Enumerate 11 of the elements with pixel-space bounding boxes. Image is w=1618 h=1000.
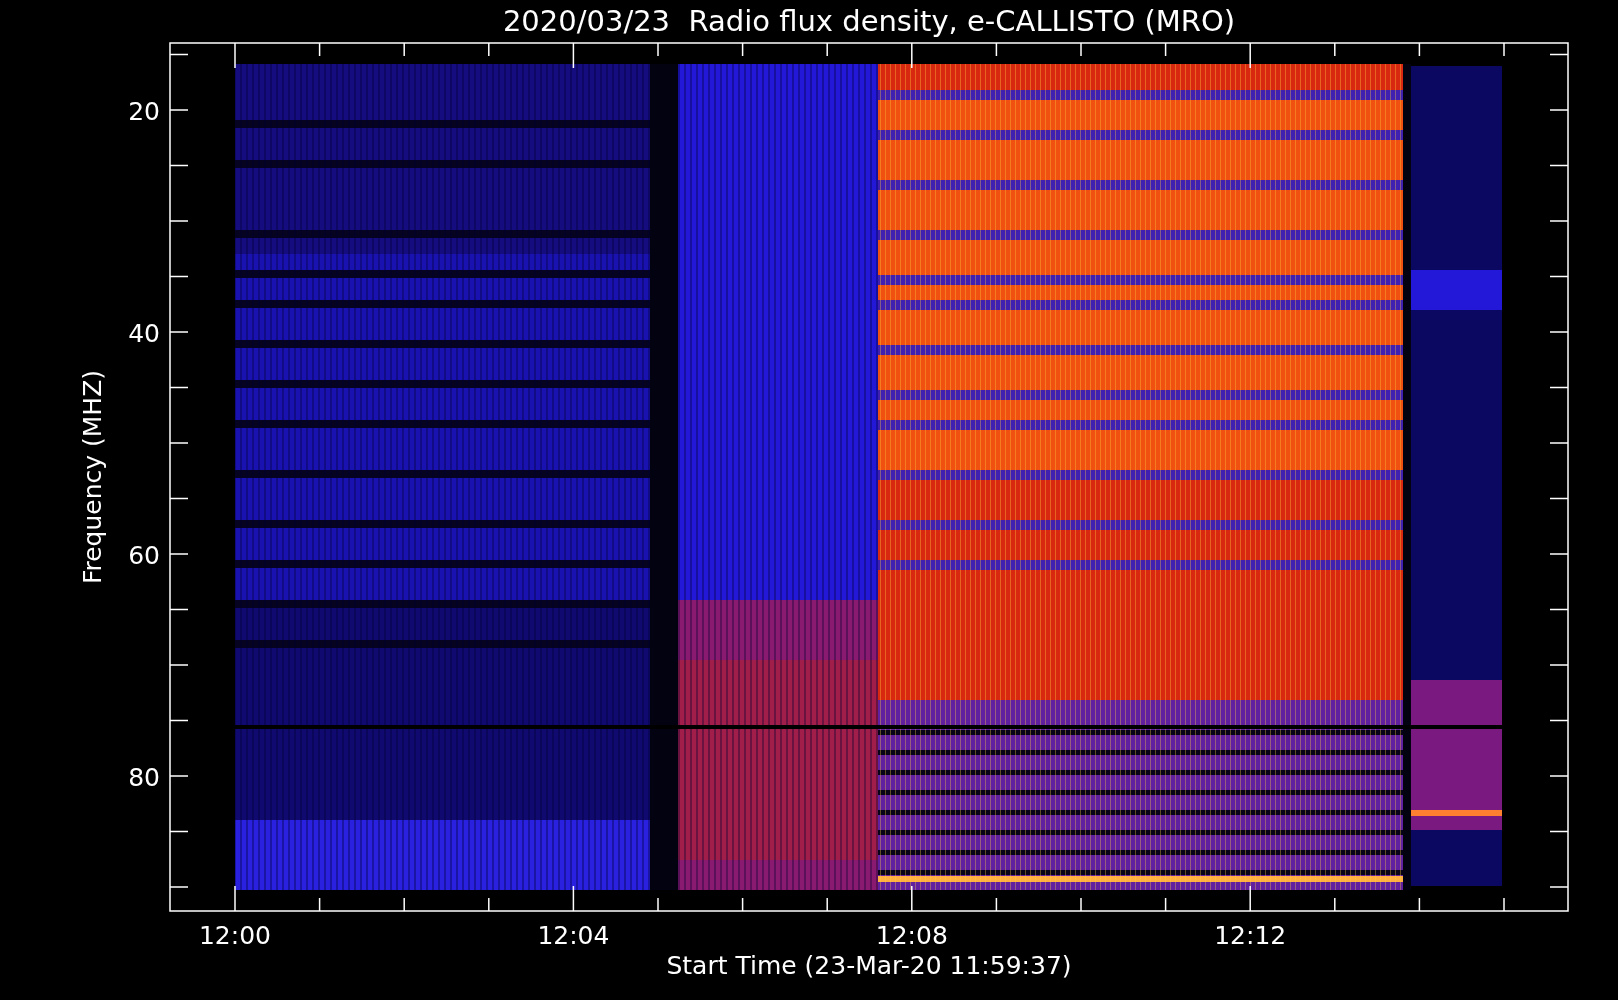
y-axis-label: Frequency (MHZ): [78, 369, 107, 585]
y-tick-label: 80: [128, 763, 160, 792]
x-tick-label: 12:08: [875, 921, 948, 950]
y-tick-label: 40: [128, 319, 160, 348]
x-tick-label: 12:00: [199, 921, 271, 950]
chart-title: 2020/03/23 Radio flux density, e-CALLISTO (MRO): [502, 4, 1236, 38]
y-tick-label: 60: [128, 541, 160, 570]
x-tick-label: 12:12: [1214, 921, 1287, 950]
x-axis-label: Start Time (23-Mar-20 11:59:37): [666, 951, 1072, 980]
x-tick-label: 12:04: [537, 921, 610, 950]
y-tick-label: 20: [128, 97, 160, 126]
